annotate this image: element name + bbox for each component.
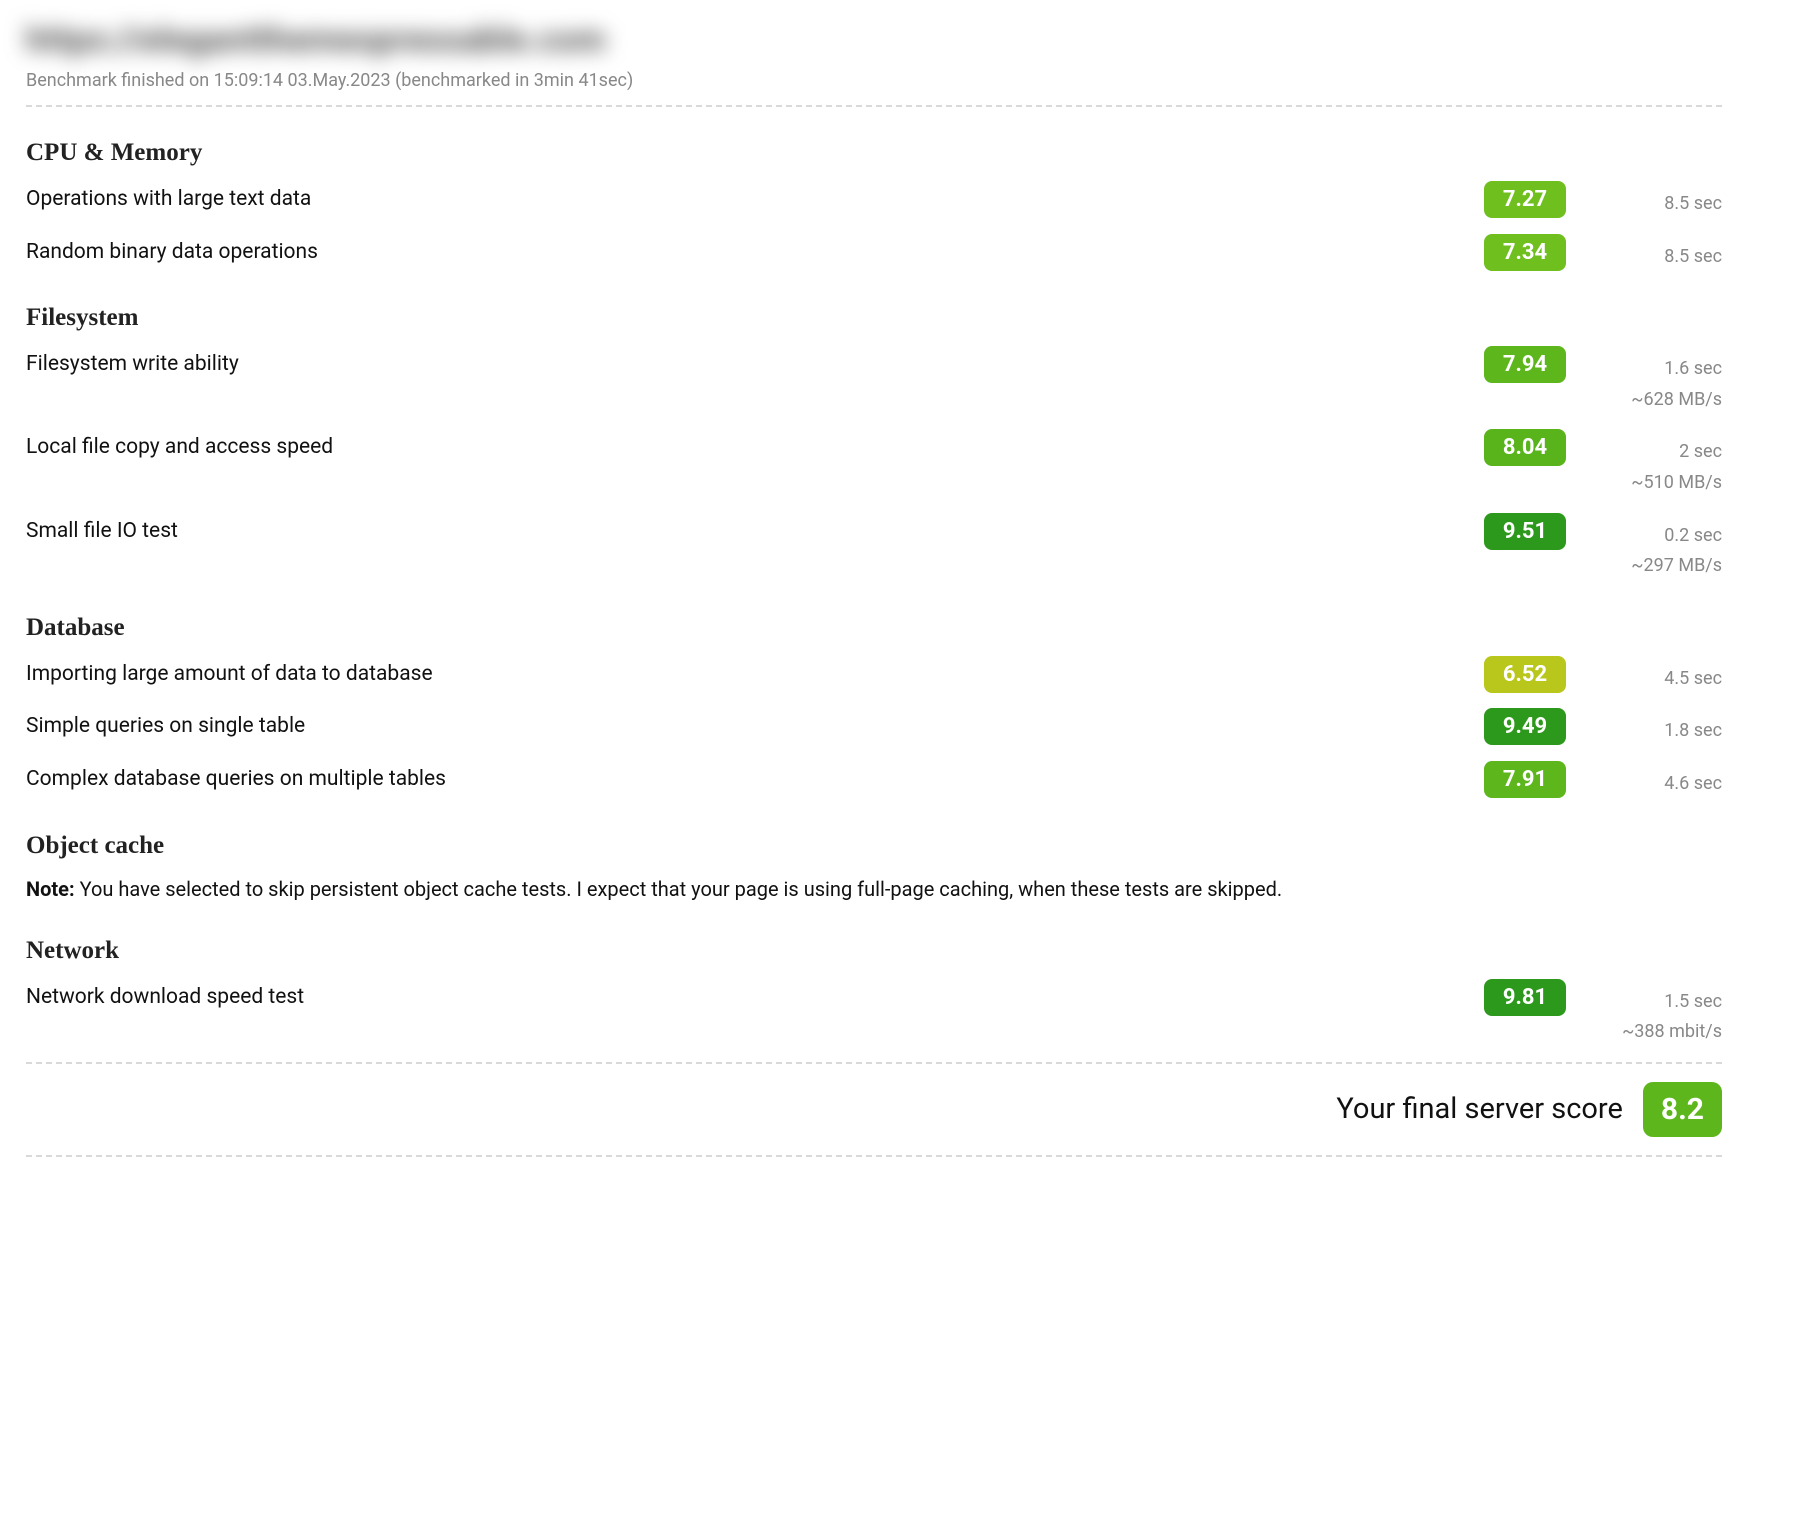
score-badge: 9.81 — [1484, 979, 1566, 1016]
score-badge: 7.34 — [1484, 234, 1566, 271]
timing-primary: 1.6 sec — [1566, 354, 1722, 385]
timing-primary: 1.5 sec — [1566, 987, 1722, 1018]
score-wrap: 7.91 — [1006, 761, 1566, 798]
timing-secondary: ~510 MB/s — [1566, 468, 1722, 499]
score-wrap: 6.52 — [1006, 656, 1566, 693]
timing-primary: 0.2 sec — [1566, 521, 1722, 552]
divider — [26, 105, 1722, 107]
benchmark-meta: Benchmark finished on 15:09:14 03.May.20… — [26, 70, 1722, 91]
section-title: Object cache — [26, 832, 1722, 860]
section-title: CPU & Memory — [26, 139, 1722, 167]
note-body: You have selected to skip persistent obj… — [75, 877, 1283, 901]
score-wrap: 8.04 — [1006, 429, 1566, 466]
score-badge: 8.04 — [1484, 429, 1566, 466]
timing-secondary: ~388 mbit/s — [1566, 1017, 1722, 1048]
timing: 1.8 sec — [1566, 708, 1722, 747]
benchmark-row: Local file copy and access speed 8.042 se… — [26, 429, 1722, 498]
timing: 8.5 sec — [1566, 234, 1722, 273]
score-wrap: 7.34 — [1006, 234, 1566, 271]
final-score-row: Your final server score 8.2 — [26, 1064, 1722, 1155]
score-badge: 9.51 — [1484, 513, 1566, 550]
score-badge: 7.27 — [1484, 181, 1566, 218]
timing-primary: 4.5 sec — [1566, 664, 1722, 695]
timing: 4.5 sec — [1566, 656, 1722, 695]
benchmark-row: Random binary data operations 7.348.5 sec — [26, 234, 1722, 273]
benchmark-sections: CPU & Memory Operations with large text d… — [26, 139, 1722, 1048]
benchmark-label: Small file IO test — [26, 513, 1006, 543]
section-title: Filesystem — [26, 304, 1722, 332]
timing: 1.5 sec~388 mbit/s — [1566, 979, 1722, 1048]
timing-primary: 8.5 sec — [1566, 242, 1722, 273]
benchmark-label: Network download speed test — [26, 979, 1006, 1009]
section-title: Network — [26, 937, 1722, 965]
benchmark-row: Operations with large text data 7.278.5 s… — [26, 181, 1722, 220]
benchmark-row: Complex database queries on multiple tab… — [26, 761, 1722, 800]
benchmark-label: Importing large amount of data to databa… — [26, 656, 1006, 686]
benchmark-row: Network download speed test 9.811.5 sec~3… — [26, 979, 1722, 1048]
section-title: Database — [26, 614, 1722, 642]
timing-secondary: ~628 MB/s — [1566, 385, 1722, 416]
timing: 2 sec~510 MB/s — [1566, 429, 1722, 498]
final-score-badge: 8.2 — [1643, 1082, 1722, 1137]
benchmark-label: Local file copy and access speed — [26, 429, 1006, 459]
score-wrap: 9.51 — [1006, 513, 1566, 550]
score-wrap: 9.81 — [1006, 979, 1566, 1016]
timing: 1.6 sec~628 MB/s — [1566, 346, 1722, 415]
timing-primary: 8.5 sec — [1566, 189, 1722, 220]
divider — [26, 1155, 1722, 1157]
benchmark-row: Filesystem write ability 7.941.6 sec~628 … — [26, 346, 1722, 415]
score-wrap: 9.49 — [1006, 708, 1566, 745]
benchmark-row: Importing large amount of data to databa… — [26, 656, 1722, 695]
timing-secondary: ~297 MB/s — [1566, 551, 1722, 582]
timing-primary: 2 sec — [1566, 437, 1722, 468]
score-badge: 9.49 — [1484, 708, 1566, 745]
benchmark-label: Operations with large text data — [26, 181, 1006, 211]
benchmark-label: Random binary data operations — [26, 234, 1006, 264]
score-wrap: 7.27 — [1006, 181, 1566, 218]
site-url-blurred: https://elegantthemespressable.com — [26, 20, 1722, 60]
benchmark-row: Small file IO test 9.510.2 sec~297 MB/s — [26, 513, 1722, 582]
final-score-label: Your final server score — [1336, 1092, 1622, 1126]
timing: 0.2 sec~297 MB/s — [1566, 513, 1722, 582]
benchmark-row: Simple queries on single table 9.491.8 se… — [26, 708, 1722, 747]
score-badge: 6.52 — [1484, 656, 1566, 693]
score-badge: 7.91 — [1484, 761, 1566, 798]
note-prefix: Note: — [26, 877, 75, 901]
timing-primary: 4.6 sec — [1566, 769, 1722, 800]
benchmark-label: Complex database queries on multiple tab… — [26, 761, 1006, 791]
timing-primary: 1.8 sec — [1566, 716, 1722, 747]
section-note: Note: You have selected to skip persiste… — [26, 874, 1722, 905]
score-wrap: 7.94 — [1006, 346, 1566, 383]
timing: 4.6 sec — [1566, 761, 1722, 800]
score-badge: 7.94 — [1484, 346, 1566, 383]
timing: 8.5 sec — [1566, 181, 1722, 220]
benchmark-label: Simple queries on single table — [26, 708, 1006, 738]
benchmark-label: Filesystem write ability — [26, 346, 1006, 376]
